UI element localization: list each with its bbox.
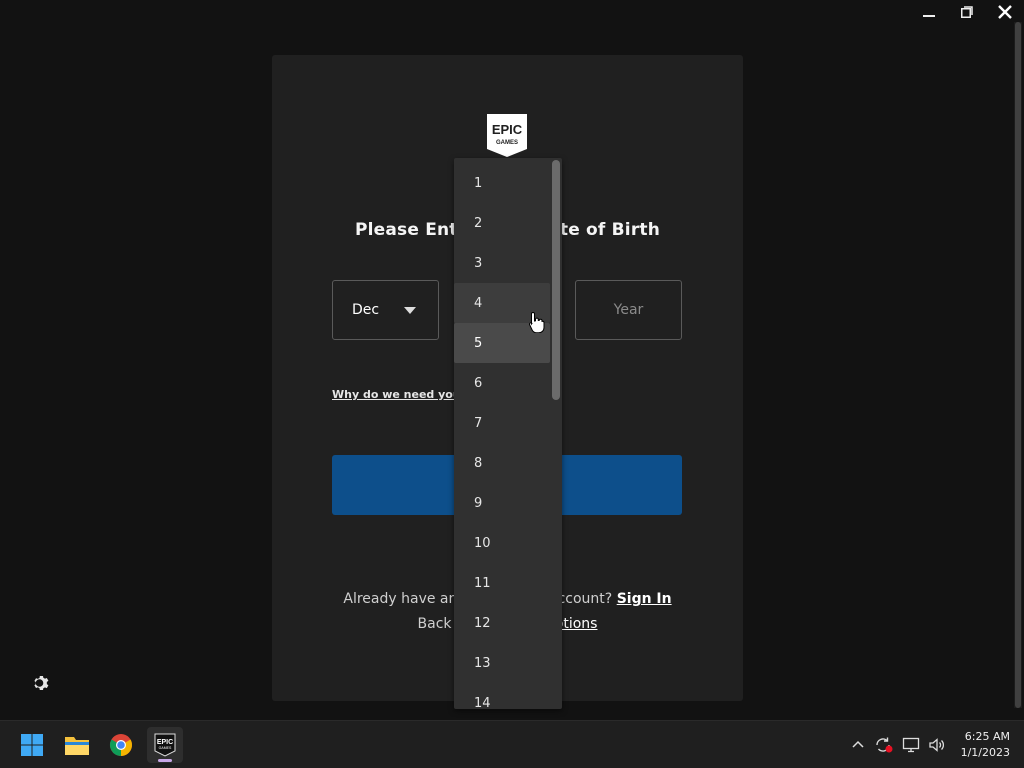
clock-date: 1/1/2023 [960,746,1010,759]
minimize-icon [923,15,935,17]
taskbar-clock[interactable]: 6:25 AM 1/1/2023 [961,729,1010,761]
close-button[interactable] [986,0,1024,24]
day-option-7[interactable]: 7 [454,403,550,443]
day-option-12[interactable]: 12 [454,603,550,643]
logo-text-line2: GAMES [496,140,518,146]
windows-logo-icon [21,734,43,756]
gear-icon[interactable] [31,673,51,693]
signin-link[interactable]: Sign In [617,591,672,607]
active-app-indicator [158,759,172,762]
day-option-13[interactable]: 13 [454,643,550,683]
taskbar-epic-text-line1: EPIC [157,739,173,746]
sync-icon[interactable] [874,736,894,754]
day-option-9[interactable]: 9 [454,483,550,523]
day-option-3[interactable]: 3 [454,243,550,283]
year-input-placeholder: Year [613,302,644,318]
epic-games-logo: EPIC GAMES [485,112,529,159]
dropdown-scrollbar[interactable] [552,160,560,400]
clock-time: 6:25 AM [964,730,1010,743]
why-dob-link[interactable]: Why do we need your date of birth? [332,388,462,401]
system-tray [850,721,946,768]
page-scrollbar-thumb[interactable] [1015,22,1021,708]
day-option-2[interactable]: 2 [454,203,550,243]
page-scrollbar[interactable] [1014,22,1022,708]
chevron-up-icon[interactable] [850,737,866,753]
restore-button[interactable] [948,0,986,24]
volume-icon[interactable] [928,737,946,753]
logo-text-line1: EPIC [492,122,523,137]
file-explorer-button[interactable] [59,727,95,763]
folder-icon [65,737,89,755]
day-option-1[interactable]: 1 [454,163,550,203]
taskbar-epic-text-line2: GAMES [159,746,172,750]
year-input[interactable]: Year [575,280,682,340]
epic-games-taskbar-button[interactable]: EPIC GAMES [147,727,183,763]
day-option-11[interactable]: 11 [454,563,550,603]
day-option-10[interactable]: 10 [454,523,550,563]
day-dropdown[interactable]: 1 2 3 4 5 6 7 8 9 10 11 12 13 14 [454,158,562,709]
start-button[interactable] [14,727,50,763]
window-controls [910,0,1024,24]
chrome-icon [110,734,132,756]
day-option-6[interactable]: 6 [454,363,550,403]
minimize-button[interactable] [910,0,948,24]
month-select[interactable]: Dec [332,280,439,340]
network-icon[interactable] [902,737,920,753]
close-icon [998,5,1012,19]
chevron-down-icon [404,307,416,314]
hand-cursor-icon [529,311,545,333]
chrome-button[interactable] [103,727,139,763]
epic-games-icon: EPIC GAMES [154,733,176,757]
day-option-14[interactable]: 14 [454,683,550,710]
month-select-value: Dec [352,302,380,318]
restore-icon [961,6,973,18]
day-option-list: 1 2 3 4 5 6 7 8 9 10 11 12 13 14 [454,163,550,709]
taskbar: EPIC GAMES 6:25 AM 1/1/2023 [0,720,1024,768]
day-option-8[interactable]: 8 [454,443,550,483]
